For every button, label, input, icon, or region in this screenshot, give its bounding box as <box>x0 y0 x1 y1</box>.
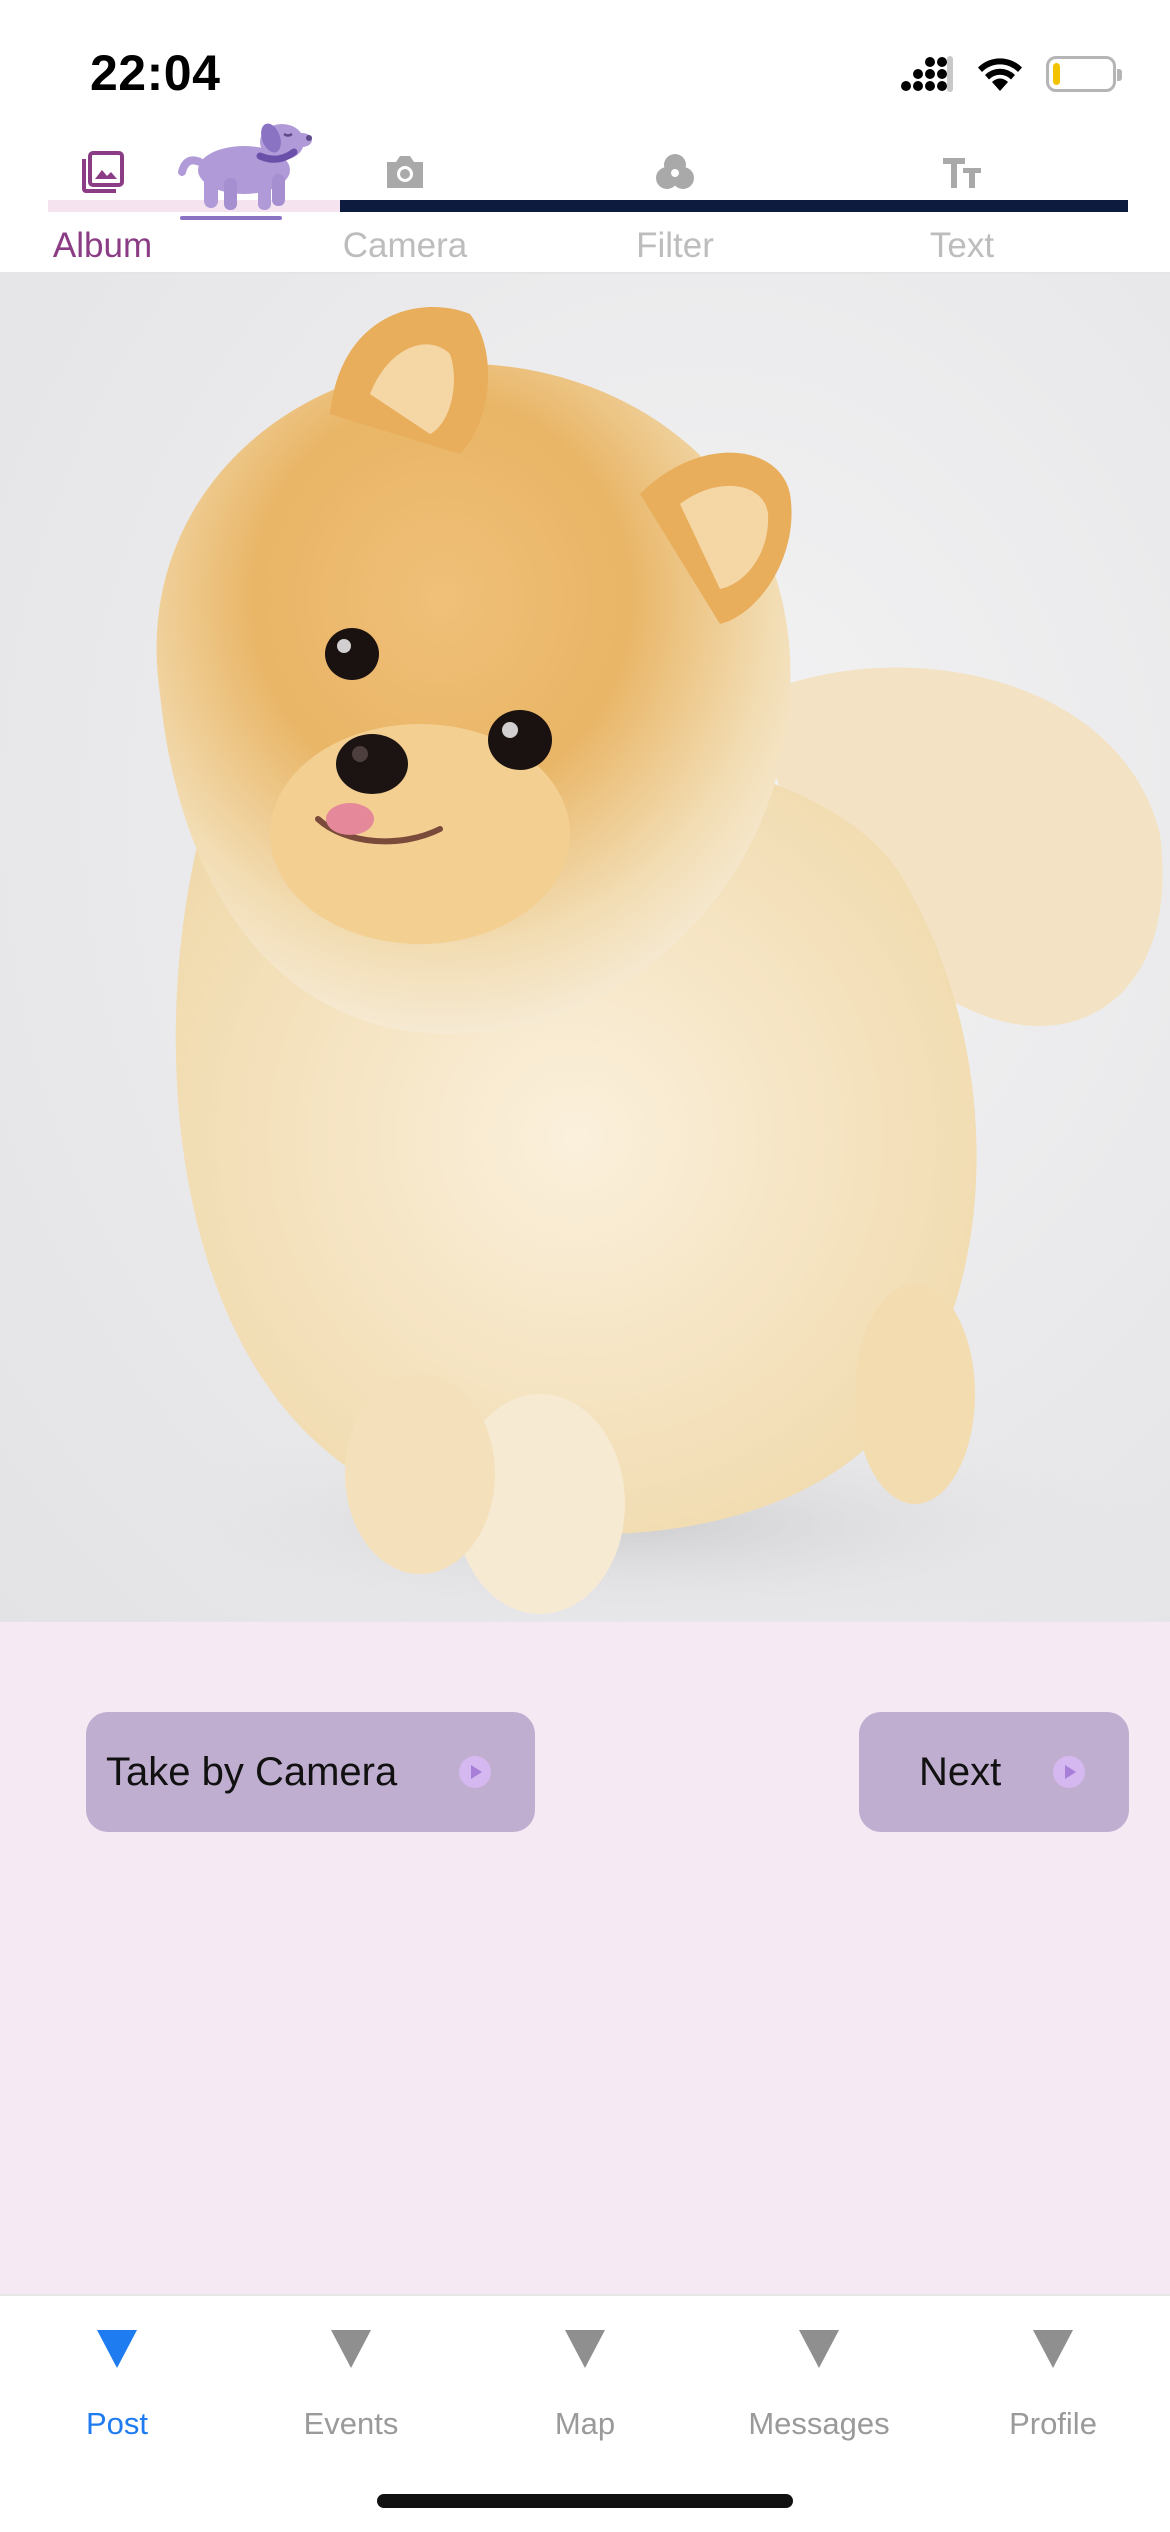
nav-item-profile[interactable]: Profile <box>936 2296 1170 2456</box>
photo-preview[interactable] <box>0 274 1170 1622</box>
nav-label-map: Map <box>554 2406 616 2441</box>
take-by-camera-label: Take by Camera <box>106 1749 398 1794</box>
nav-label-profile: Profile <box>1009 2406 1097 2441</box>
nav-label-messages: Messages <box>748 2406 890 2441</box>
status-icons <box>900 52 1122 96</box>
nav-label-post: Post <box>85 2406 149 2441</box>
pomeranian-dog-photo <box>120 307 1163 1622</box>
triangle-down-icon <box>1033 2330 1073 2368</box>
tab-text[interactable]: Text <box>872 130 1052 274</box>
tab-filter[interactable]: Filter <box>585 130 765 274</box>
battery-level <box>1053 63 1060 85</box>
status-time: 22:04 <box>90 45 221 101</box>
tab-album[interactable]: Album <box>10 130 195 274</box>
triangle-down-icon <box>97 2330 137 2368</box>
bottom-nav: Post Events Map Messages Profile <box>0 2294 1170 2532</box>
text-icon <box>943 158 981 188</box>
nav-item-map[interactable]: Map <box>468 2296 702 2456</box>
next-button[interactable]: Next <box>859 1712 1129 1832</box>
triangle-down-icon <box>799 2330 839 2368</box>
photo-album-icon <box>81 151 124 193</box>
triangle-down-icon <box>565 2330 605 2368</box>
nav-item-events[interactable]: Events <box>234 2296 468 2456</box>
tab-label-filter: Filter <box>636 226 714 265</box>
camera-icon <box>387 156 423 188</box>
tab-camera[interactable]: Camera <box>315 130 495 274</box>
play-icon <box>459 1756 491 1788</box>
tab-label-camera: Camera <box>342 226 468 265</box>
battery-icon <box>1046 56 1122 92</box>
cellular-signal-icon <box>901 56 953 92</box>
tab-label-text: Text <box>929 226 995 265</box>
triangle-down-icon <box>331 2330 371 2368</box>
filter-icon <box>656 154 694 189</box>
nav-item-post[interactable]: Post <box>0 2296 234 2456</box>
wifi-icon <box>978 58 1022 91</box>
dog-mascot-icon <box>178 123 312 220</box>
tab-label-album: Album <box>52 226 153 265</box>
take-by-camera-button[interactable]: Take by Camera <box>86 1712 535 1832</box>
status-bar: 22:04 <box>0 0 1170 130</box>
next-label: Next <box>919 1749 1002 1794</box>
home-indicator[interactable] <box>377 2494 793 2508</box>
nav-label-events: Events <box>303 2406 399 2441</box>
nav-item-messages[interactable]: Messages <box>702 2296 936 2456</box>
play-icon <box>1053 1756 1085 1788</box>
